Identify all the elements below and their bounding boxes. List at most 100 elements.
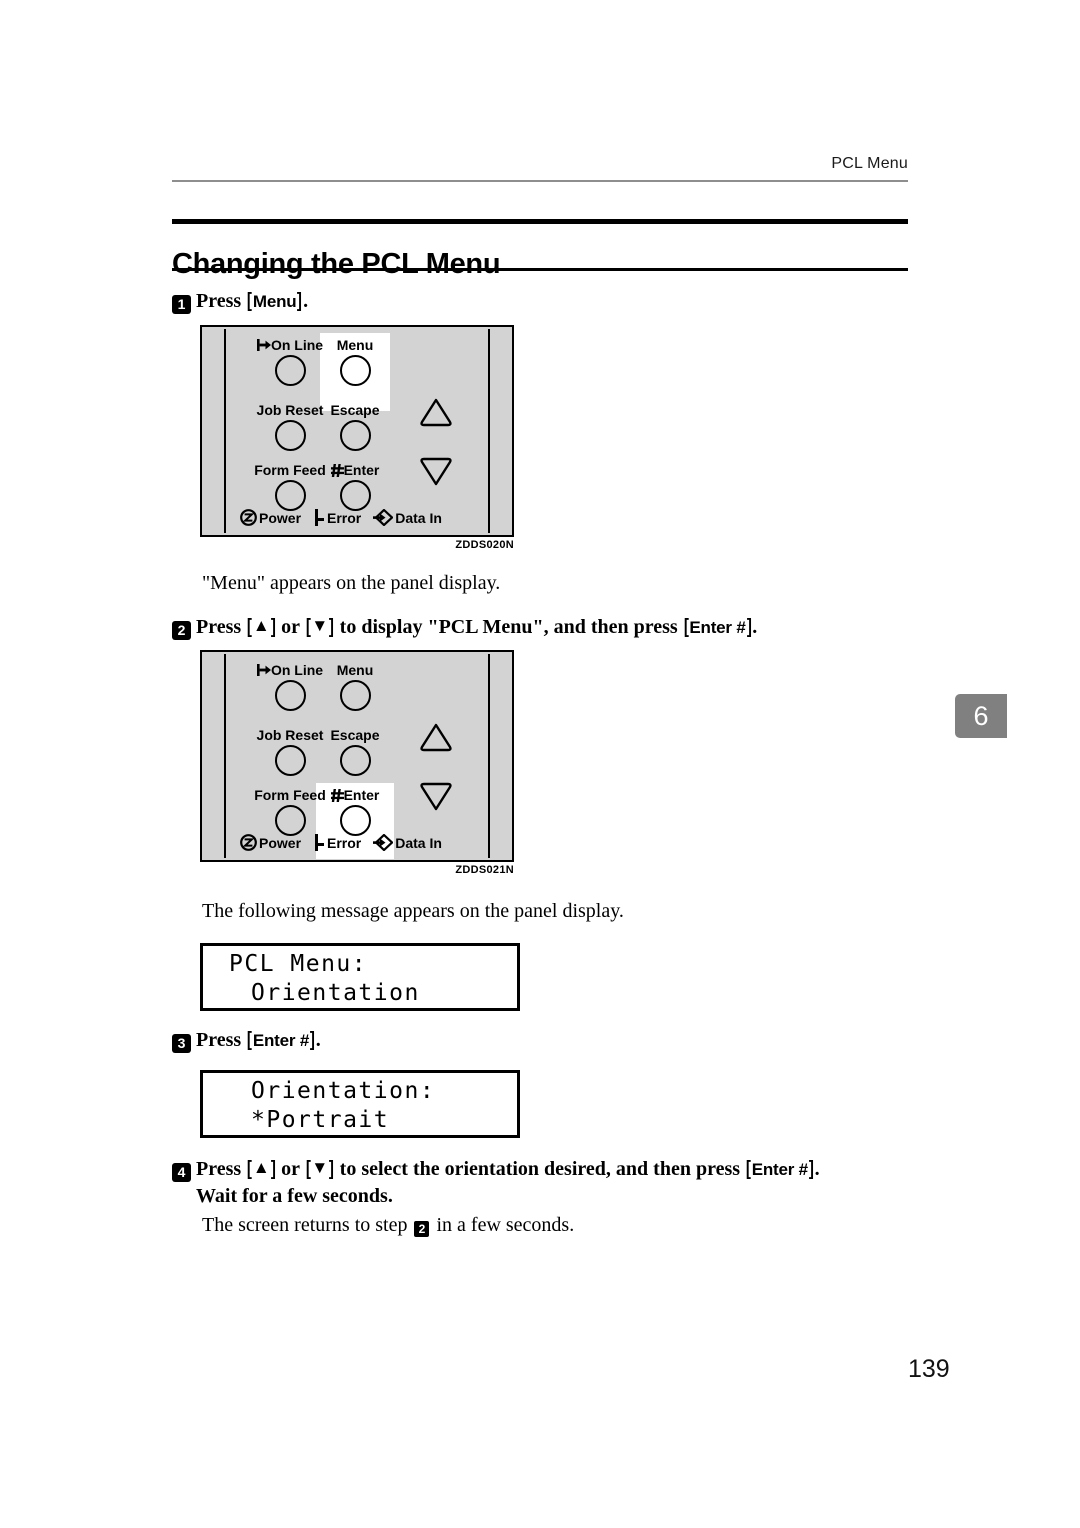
title-rule-bottom: [172, 268, 908, 271]
button-menu[interactable]: Menu: [315, 337, 395, 386]
button-escape-label: Escape: [330, 727, 380, 743]
indicator-data-in: Data In: [373, 509, 442, 526]
indicator-power: Power: [240, 509, 301, 526]
button-job-reset-circle[interactable]: [274, 745, 306, 776]
hash-icon: [330, 789, 344, 802]
step-4-key-enter: Enter #: [751, 1160, 808, 1179]
indicator-data-in-label: Data In: [395, 834, 442, 851]
lcd-2-line-2: *Portrait: [251, 1107, 390, 1133]
step-4-line-2: Wait for a few seconds.: [196, 1185, 393, 1207]
step-1-note: "Menu" appears on the panel display.: [202, 572, 501, 594]
button-online-circle[interactable]: [274, 355, 306, 386]
button-escape[interactable]: Escape: [315, 727, 395, 776]
step-2-number: 2: [172, 621, 191, 640]
power-icon: [240, 834, 257, 851]
bracket-open: [: [745, 1158, 751, 1180]
indicator-data-in-label: Data In: [395, 509, 442, 526]
step-2-part4: .: [752, 616, 758, 638]
panel-left-divider: [224, 654, 226, 858]
button-enter-circle[interactable]: [339, 805, 371, 836]
indicator-row: Power Error Data In: [240, 834, 454, 851]
error-icon: [315, 509, 325, 526]
power-icon: [240, 509, 257, 526]
indicator-error: Error: [313, 834, 361, 851]
indicator-data-in: Data In: [373, 834, 442, 851]
button-arrow-down[interactable]: [417, 455, 455, 489]
bracket-close: ]: [328, 616, 334, 638]
bracket-close: ]: [270, 616, 276, 638]
data-in-icon: [373, 509, 394, 526]
step-1-text-before: Press: [196, 290, 247, 312]
panel-right-divider: [488, 654, 490, 858]
step-4-key-down: ▼: [311, 1158, 328, 1177]
button-escape-circle[interactable]: [339, 420, 371, 451]
button-escape[interactable]: Escape: [315, 402, 395, 451]
panel-body: On Line Menu Job Reset Escape Form Feed: [200, 650, 514, 862]
step-3-text-after: .: [315, 1029, 321, 1051]
button-enter-label: Enter: [315, 462, 395, 478]
step-1-text-after: .: [303, 290, 309, 312]
button-escape-circle[interactable]: [339, 745, 371, 776]
button-arrow-down[interactable]: [417, 780, 455, 814]
indicator-error: Error: [313, 509, 361, 526]
step-1-key: Menu: [252, 292, 297, 311]
button-form-feed-circle[interactable]: [274, 480, 306, 511]
bracket-open: [: [305, 1158, 311, 1180]
bracket-close: ]: [297, 290, 303, 312]
step-2-part2: or: [276, 616, 305, 638]
bracket-close: ]: [309, 1029, 315, 1051]
step-4: 4 Press [▲] or [▼] to select the orientat…: [172, 1155, 922, 1209]
step-3-number: 3: [172, 1034, 191, 1053]
indicator-row: Power Error Data In: [240, 509, 454, 526]
step-2-key-enter: Enter #: [689, 618, 746, 637]
operation-panel-figure-2: On Line Menu Job Reset Escape Form Feed: [200, 650, 514, 876]
indicator-power-label: Power: [259, 509, 302, 526]
indicator-error-label: Error: [327, 509, 362, 526]
button-job-reset-circle[interactable]: [274, 420, 306, 451]
step-3: 3 Press [Enter #].: [172, 1027, 908, 1054]
chapter-tab: 6: [955, 694, 1007, 738]
bracket-open: [: [247, 290, 253, 312]
step-4-part2: or: [276, 1158, 305, 1180]
button-escape-label: Escape: [330, 402, 380, 418]
panel-body: On Line Menu Job Reset Escape Form Feed: [200, 325, 514, 537]
step-2-part1: Press: [196, 616, 247, 638]
button-enter-text: Enter: [343, 787, 380, 803]
button-arrow-up[interactable]: [417, 395, 455, 429]
step-2-key-down: ▼: [311, 616, 328, 635]
step-1: 1 Press [Menu].: [172, 288, 908, 315]
hash-icon: [330, 464, 344, 477]
step-4-part1: Press: [196, 1158, 247, 1180]
step-2: 2 Press [▲] or [▼] to display "PCL Menu",…: [172, 613, 908, 641]
bracket-open: [: [247, 1029, 253, 1051]
up-triangle-icon: [420, 723, 452, 752]
step-4-note: The screen returns to step 2 in a few se…: [202, 1212, 908, 1238]
bracket-close: ]: [746, 616, 752, 638]
bracket-close: ]: [328, 1158, 334, 1180]
bracket-open: [: [683, 616, 689, 638]
bracket-open: [: [247, 1158, 253, 1180]
panel-left-divider: [224, 329, 226, 533]
button-arrow-up[interactable]: [417, 720, 455, 754]
step-1-number: 1: [172, 295, 191, 314]
button-form-feed-circle[interactable]: [274, 805, 306, 836]
button-enter-text: Enter: [343, 462, 380, 478]
online-icon: [256, 664, 271, 676]
lcd-1-line-1: PCL Menu:: [229, 951, 368, 977]
button-menu-circle[interactable]: [339, 355, 371, 386]
bracket-close: ]: [270, 1158, 276, 1180]
figure-code-1: ZDDS020N: [455, 539, 514, 551]
up-triangle-icon: [420, 398, 452, 427]
button-enter[interactable]: Enter: [315, 787, 395, 836]
button-online-circle[interactable]: [274, 680, 306, 711]
page-number: 139: [908, 1355, 950, 1383]
lcd-display-1: PCL Menu: Orientation: [200, 943, 520, 1011]
down-triangle-icon: [420, 782, 452, 811]
step-3-key: Enter #: [252, 1031, 310, 1050]
step-4-note-step-ref: 2: [414, 1221, 430, 1237]
button-menu[interactable]: Menu: [315, 662, 395, 711]
button-menu-circle[interactable]: [339, 680, 371, 711]
button-enter-circle[interactable]: [339, 480, 371, 511]
button-enter[interactable]: Enter: [315, 462, 395, 511]
step-2-key-up: ▲: [252, 616, 270, 635]
